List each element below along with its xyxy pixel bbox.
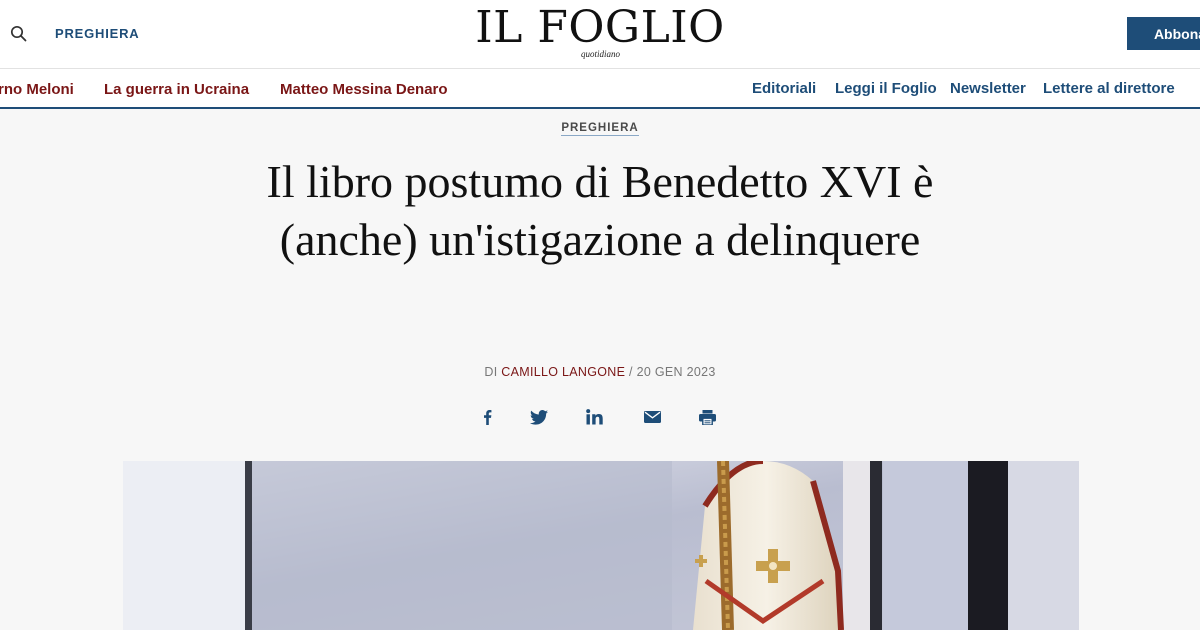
topic-link-messina-denaro[interactable]: Matteo Messina Denaro [280,81,448,98]
print-icon[interactable] [695,406,719,428]
linkedin-icon[interactable] [582,406,606,428]
nav-link-editoriali[interactable]: Editoriali [752,80,816,97]
nav-link-lettere[interactable]: Lettere al direttore [1043,80,1175,97]
byline-prefix: DI [484,365,498,379]
author-link[interactable]: CAMILLO LANGONE [501,365,625,379]
topic-link-meloni[interactable]: rno Meloni [0,81,74,98]
email-icon[interactable] [640,406,664,428]
subscribe-button[interactable]: Abbona [1127,17,1200,50]
facebook-icon[interactable] [475,406,499,428]
article-kicker: PREGHIERA [0,122,1200,136]
nav-link-newsletter[interactable]: Newsletter [950,80,1026,97]
nav-link-leggi-il-foglio[interactable]: Leggi il Foglio [835,80,937,97]
article-hero-photo [123,461,1079,630]
top-header: PREGHIERA IL FOGLIO quotidiano Abbona [0,0,1200,69]
topic-link-ucraina[interactable]: La guerra in Ucraina [104,81,249,98]
twitter-icon[interactable] [527,406,551,428]
article-date: / 20 GEN 2023 [629,365,716,379]
site-logo[interactable]: IL FOGLIO [0,2,1200,54]
article-byline: DI CAMILLO LANGONE / 20 GEN 2023 [0,365,1200,379]
article-title: Il libro postumo di Benedetto XVI è (anc… [266,156,934,265]
topic-nav-bar: rno Meloni La guerra in Ucraina Matteo M… [0,69,1200,109]
logo-subtitle: quotidiano [581,49,621,59]
kicker-link[interactable]: PREGHIERA [561,122,639,136]
